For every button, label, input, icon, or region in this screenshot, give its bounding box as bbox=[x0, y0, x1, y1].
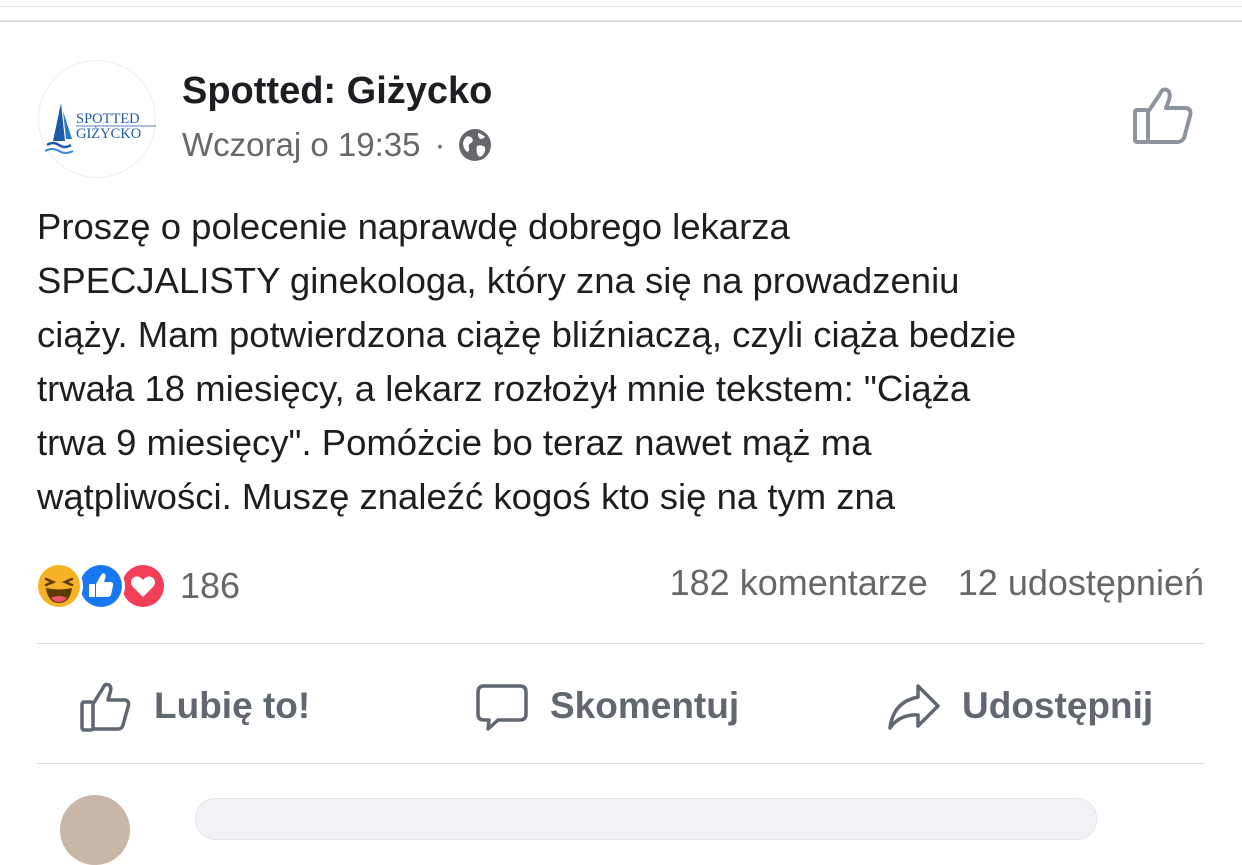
comment-bubble-icon bbox=[474, 678, 530, 734]
top-separator bbox=[0, 20, 1242, 22]
spotted-logo-icon: SPOTTED GIŻYCKO bbox=[44, 103, 156, 154]
haha-icon bbox=[34, 561, 84, 611]
comment-button-label: Skomentuj bbox=[550, 685, 740, 726]
share-button[interactable]: Udostępnij bbox=[886, 676, 1153, 736]
share-arrow-icon bbox=[886, 678, 942, 734]
thumbs-up-icon bbox=[1133, 87, 1193, 144]
logo-text-line2: GIŻYCKO bbox=[76, 126, 141, 142]
like-page-button[interactable] bbox=[1128, 84, 1196, 148]
share-button-label: Udostępnij bbox=[962, 685, 1154, 726]
post-meta: Wczoraj o 19:35 · bbox=[182, 126, 493, 164]
comment-input[interactable] bbox=[195, 798, 1097, 840]
post-text-line: SPECJALISTY ginekologa, który zna się na… bbox=[37, 260, 960, 301]
reactions-summary[interactable]: 186 bbox=[34, 560, 240, 612]
comments-count[interactable]: 182 komentarze bbox=[670, 562, 928, 604]
shares-count[interactable]: 12 udostępnień bbox=[958, 562, 1204, 604]
like-button-label: Lubię to! bbox=[154, 685, 311, 726]
like-button[interactable]: Lubię to! bbox=[78, 676, 310, 736]
globe-icon[interactable] bbox=[457, 127, 493, 163]
page-avatar[interactable]: SPOTTED GIŻYCKO bbox=[38, 60, 156, 178]
post-text-line: Proszę o polecenie naprawdę dobrego leka… bbox=[37, 206, 790, 247]
comment-button[interactable]: Skomentuj bbox=[474, 676, 739, 736]
top-divider bbox=[0, 6, 1242, 7]
commenter-avatar[interactable] bbox=[60, 795, 130, 865]
logo-text-line1: SPOTTED bbox=[76, 111, 140, 127]
post-text-line: trwa 9 miesięcy". Pomóżcie bo teraz nawe… bbox=[37, 422, 872, 463]
post-stats: 182 komentarze 12 udostępnień bbox=[670, 562, 1204, 604]
post-text: Proszę o polecenie naprawdę dobrego leka… bbox=[37, 200, 1217, 524]
page-name[interactable]: Spotted: Giżycko bbox=[182, 70, 492, 113]
actions-divider bbox=[37, 763, 1205, 764]
stats-divider bbox=[37, 643, 1205, 644]
post-text-line: trwała 18 miesięcy, a lekarz rozłożył mn… bbox=[37, 368, 971, 409]
thumbs-up-icon bbox=[78, 678, 134, 734]
post-timestamp[interactable]: Wczoraj o 19:35 bbox=[182, 126, 420, 164]
post-text-line: wątpliwości. Muszę znaleźć kogoś kto się… bbox=[37, 476, 896, 517]
post-text-line: ciąży. Mam potwierdzona ciążę bliźniaczą… bbox=[37, 314, 1017, 355]
reaction-count: 186 bbox=[180, 565, 241, 606]
meta-separator: · bbox=[434, 126, 446, 163]
